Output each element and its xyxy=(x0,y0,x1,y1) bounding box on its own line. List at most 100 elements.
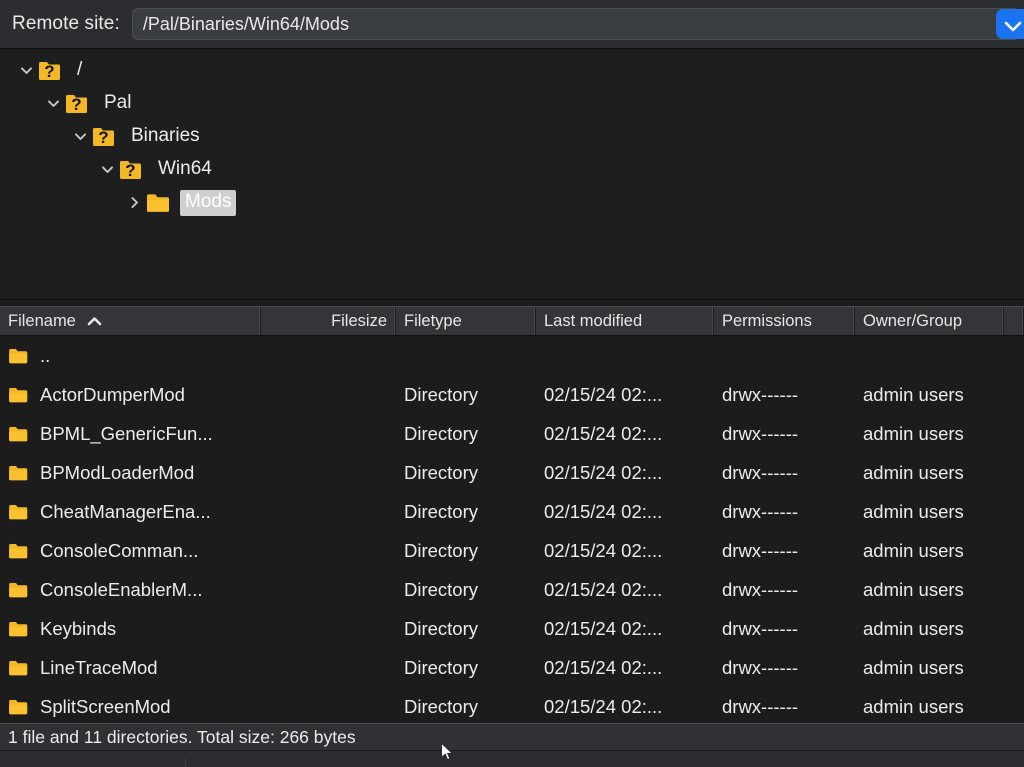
tree-item-[interactable]: ?/ xyxy=(0,54,1024,87)
cell-size xyxy=(261,414,396,453)
file-type-text: Directory xyxy=(404,423,478,445)
column-header-modified[interactable]: Last modified xyxy=(536,307,714,335)
file-row[interactable]: KeybindsDirectory02/15/24 02:...drwx----… xyxy=(0,609,1024,648)
file-row[interactable]: LineTraceModDirectory02/15/24 02:...drwx… xyxy=(0,648,1024,687)
cell-extra xyxy=(1004,336,1024,375)
column-header-name[interactable]: Filename xyxy=(0,307,261,335)
remote-site-bar: Remote site: xyxy=(0,0,1024,49)
file-permissions-text: drwx------ xyxy=(722,579,798,601)
chevron-down-icon[interactable] xyxy=(95,162,119,177)
chevron-down-icon[interactable] xyxy=(14,63,38,78)
file-type-text: Directory xyxy=(404,579,478,601)
file-owner-text: admin users xyxy=(863,384,964,406)
folder-icon xyxy=(8,425,30,443)
cell-owner: admin users xyxy=(855,492,1004,531)
directory-tree-panel[interactable]: ?/?Pal?Binaries?Win64Mods xyxy=(0,49,1024,300)
file-permissions-text: drwx------ xyxy=(722,462,798,484)
tree-item-mods[interactable]: Mods xyxy=(0,186,1024,219)
file-owner-text: admin users xyxy=(863,501,964,523)
cell-extra xyxy=(1004,414,1024,453)
file-row[interactable]: SplitScreenMod Directory02/15/24 02:...dr… xyxy=(0,687,1024,723)
column-header-type[interactable]: Filetype xyxy=(396,307,536,335)
column-header-label: Filesize xyxy=(331,312,387,331)
remote-site-label: Remote site: xyxy=(12,13,120,35)
cell-name: ConsoleComman... xyxy=(0,531,261,570)
cell-owner: admin users xyxy=(855,648,1004,687)
chevron-down-icon[interactable] xyxy=(68,129,92,144)
cell-type: Directory xyxy=(396,570,536,609)
chevron-down-icon[interactable] xyxy=(41,96,65,111)
cell-extra xyxy=(1004,492,1024,531)
column-header-size[interactable]: Filesize xyxy=(261,307,396,335)
file-row[interactable]: BPML_GenericFun...Directory02/15/24 02:.… xyxy=(0,414,1024,453)
cell-permissions: drwx------ xyxy=(714,492,855,531)
file-owner-text: admin users xyxy=(863,696,964,718)
file-row[interactable]: ConsoleComman...Directory02/15/24 02:...… xyxy=(0,531,1024,570)
cell-type: Directory xyxy=(396,414,536,453)
cell-name: .. xyxy=(0,336,261,375)
chevron-right-icon[interactable] xyxy=(122,195,146,210)
cell-size xyxy=(261,609,396,648)
cell-type: Directory xyxy=(396,609,536,648)
file-name-text: ConsoleEnablerM... xyxy=(40,579,202,601)
column-header-owner[interactable]: Owner/Group xyxy=(855,307,1004,335)
tree-item-label: Win64 xyxy=(153,157,217,183)
column-header-label: Last modified xyxy=(544,312,642,331)
cell-permissions xyxy=(714,336,855,375)
file-owner-text: admin users xyxy=(863,579,964,601)
file-row[interactable]: ConsoleEnablerM... Directory 02/15/24 02:.… xyxy=(0,570,1024,609)
column-header-extra[interactable] xyxy=(1004,307,1024,335)
file-modified-text: 02/15/24 02:... xyxy=(544,579,662,601)
cell-name: CheatManagerEna... xyxy=(0,492,261,531)
cell-modified: 02/15/24 02:... xyxy=(536,609,714,648)
cell-modified: 02/15/24 02:... xyxy=(536,687,714,723)
file-permissions-text: drwx------ xyxy=(722,618,798,640)
column-header-permissions[interactable]: Permissions xyxy=(714,307,855,335)
file-name-text: ActorDumperMod xyxy=(40,384,185,406)
file-permissions-text: drwx------ xyxy=(722,501,798,523)
cell-permissions: drwx------ xyxy=(714,687,855,723)
file-modified-text: 02/15/24 02:... xyxy=(544,384,662,406)
cell-modified: 02/15/24 02:... xyxy=(536,375,714,414)
folder-icon xyxy=(8,620,30,638)
bottom-strip xyxy=(0,750,1024,767)
cell-size xyxy=(261,687,396,723)
svg-text:?: ? xyxy=(125,161,135,180)
chevron-down-icon xyxy=(996,18,1024,36)
folder-icon xyxy=(8,464,30,482)
folder-icon xyxy=(8,659,30,677)
cell-owner: admin users xyxy=(855,375,1004,414)
file-row[interactable]: .. xyxy=(0,336,1024,375)
cell-permissions: drwx------ xyxy=(714,453,855,492)
cell-name: BPModLoaderMod xyxy=(0,453,261,492)
tree-item-label: / xyxy=(72,58,87,84)
cell-permissions: drwx------ xyxy=(714,648,855,687)
file-name-text: SplitScreenMod xyxy=(40,696,171,718)
file-list[interactable]: ..ActorDumperModDirectory02/15/24 02:...… xyxy=(0,336,1024,723)
remote-site-dropdown-button[interactable] xyxy=(996,9,1024,39)
cell-type: Directory xyxy=(396,687,536,723)
file-row[interactable]: ActorDumperModDirectory02/15/24 02:...dr… xyxy=(0,375,1024,414)
file-row[interactable]: CheatManagerEna...Directory02/15/24 02:.… xyxy=(0,492,1024,531)
file-row[interactable]: BPModLoaderModDirectory02/15/24 02:...dr… xyxy=(0,453,1024,492)
file-name-text: CheatManagerEna... xyxy=(40,501,211,523)
cell-size xyxy=(261,492,396,531)
folder-unknown-icon: ? xyxy=(92,126,118,148)
cell-type: Directory xyxy=(396,453,536,492)
tree-item-win64[interactable]: ? Win64 xyxy=(0,153,1024,186)
column-header-label: Filename xyxy=(8,312,76,331)
file-permissions-text: drwx------ xyxy=(722,384,798,406)
cell-name: SplitScreenMod xyxy=(0,687,261,723)
cell-owner xyxy=(855,336,1004,375)
file-type-text: Directory xyxy=(404,501,478,523)
cell-extra xyxy=(1004,648,1024,687)
tree-item-label: Mods xyxy=(180,190,236,216)
file-type-text: Directory xyxy=(404,462,478,484)
tree-item-pal[interactable]: ?Pal xyxy=(0,87,1024,120)
cell-size xyxy=(261,453,396,492)
remote-site-path-input[interactable] xyxy=(132,8,1020,40)
tree-item-binaries[interactable]: ?Binaries xyxy=(0,120,1024,153)
cell-name: ConsoleEnablerM... xyxy=(0,570,261,609)
cell-owner: admin users xyxy=(855,414,1004,453)
bottom-panel-divider xyxy=(185,758,186,767)
